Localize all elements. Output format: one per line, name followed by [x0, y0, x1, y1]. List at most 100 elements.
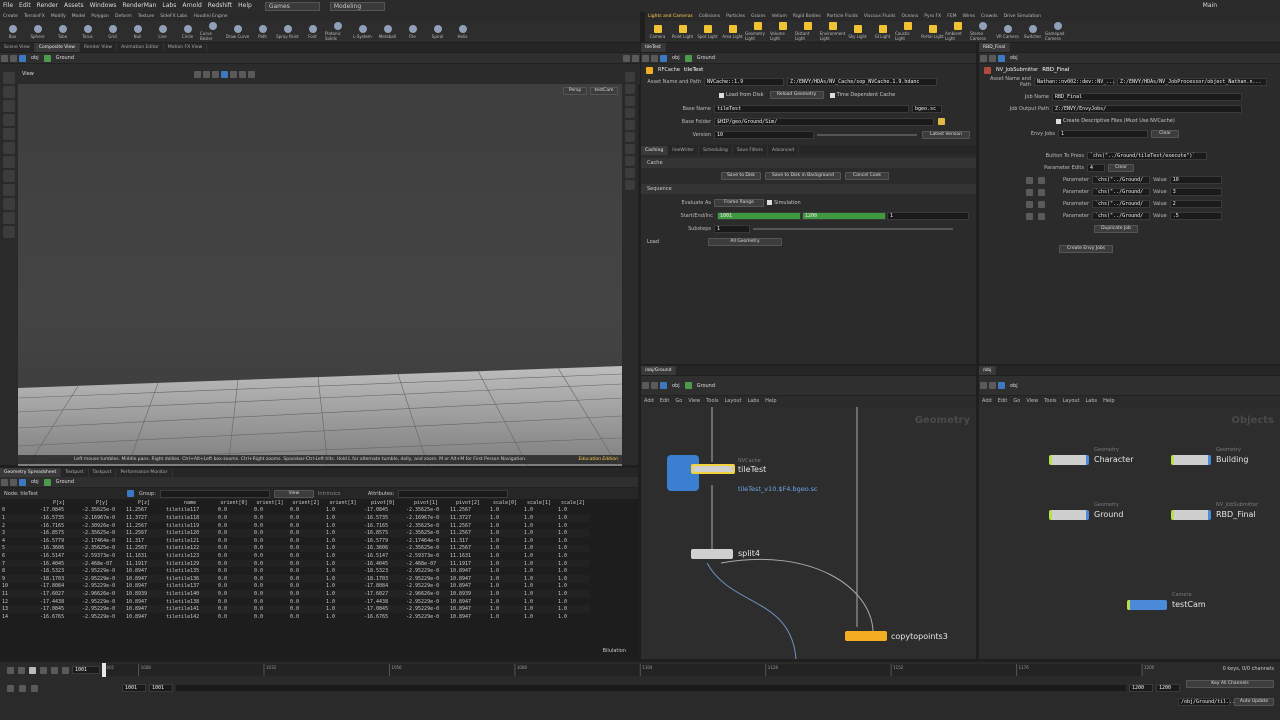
shelf-tool[interactable]: Spray Paint [275, 21, 300, 42]
menu-renderman[interactable]: RenderMan [119, 0, 159, 12]
end-field[interactable]: 1200 [802, 211, 886, 220]
shelf-tool[interactable]: Caustic Light [895, 21, 920, 42]
shelf-tool[interactable]: Environment Light [820, 21, 845, 42]
shelf-tab[interactable]: Houdini Engine [191, 12, 231, 21]
start-field[interactable]: 1001 [717, 211, 801, 220]
path-obj[interactable]: obj [27, 55, 43, 61]
shelf-tool[interactable]: Platonic Solids [325, 21, 350, 42]
insert-icon[interactable] [1038, 212, 1045, 220]
menu-view[interactable]: View [1023, 397, 1041, 406]
shelf-tool[interactable]: Gamepad Camera [1045, 21, 1070, 42]
pose-tool-icon[interactable] [3, 142, 15, 154]
current-frame-field[interactable]: 1001 [72, 666, 100, 674]
shelf-tab[interactable]: Create [0, 12, 21, 21]
points-icon[interactable] [127, 490, 134, 497]
table-row[interactable]: 11 -17.6027 -2.96626e-0 10.8939 tiletile140 0… [0, 590, 590, 598]
back-icon[interactable] [980, 382, 987, 389]
end-frame-field[interactable]: 1200 [1129, 684, 1153, 692]
menu-windows[interactable]: Windows [87, 0, 120, 12]
remove-icon[interactable] [1026, 176, 1033, 184]
back-icon[interactable] [642, 382, 649, 389]
base-folder-field[interactable]: $HIP/geo/Ground/Sim/ [714, 117, 934, 126]
view-tool-icon[interactable] [247, 70, 255, 78]
move-tool-icon[interactable] [3, 86, 15, 98]
tab-scheduling[interactable]: Scheduling [699, 145, 733, 155]
column-header[interactable]: pivot[0] [362, 499, 404, 507]
envy-jobs-field[interactable]: 1 [1058, 130, 1148, 138]
substeps-slider[interactable] [753, 227, 953, 230]
shelf-tab[interactable]: Model [69, 12, 89, 21]
shelf-tool[interactable]: L-System [350, 21, 375, 42]
insert-icon[interactable] [1038, 188, 1045, 196]
path-obj[interactable]: obj [1006, 383, 1022, 389]
column-header[interactable]: scale[2] [556, 499, 590, 507]
shelf-tool[interactable]: Area Light [720, 21, 745, 42]
shelf-tool[interactable]: Volume Light [770, 21, 795, 42]
table-row[interactable]: 1 -16.5735 -2.16967e-0 11.3727 tiletile118 0.… [0, 514, 590, 522]
shelf-tool[interactable]: Torus [75, 21, 100, 42]
remove-icon[interactable] [1026, 212, 1033, 220]
back-icon[interactable] [1, 478, 8, 486]
shelf-tab[interactable]: Lights and Cameras [645, 12, 696, 21]
table-row[interactable]: 7 -16.4045 -2.468e-07 11.1917 tiletile129 0.0… [0, 559, 590, 568]
tab-textport[interactable]: Textport [61, 468, 89, 477]
simulation-toggle[interactable]: Simulation [767, 200, 801, 206]
tab-obj[interactable]: /obj [979, 366, 997, 375]
shelf-tab[interactable]: Deform [112, 12, 135, 21]
parameter-field[interactable]: `chs("../Ground/ [1092, 176, 1150, 184]
menu-labs[interactable]: Labs [745, 397, 763, 406]
start2-frame-field[interactable]: 1001 [149, 684, 173, 692]
menu-help[interactable]: Help [235, 0, 255, 12]
timeline-ruler[interactable]: 1001 1008 1032 1056 1080 1104 1128 1152 1176 1200 [102, 662, 1162, 678]
tab-geometry-spreadsheet[interactable]: Geometry Spreadsheet [0, 468, 62, 477]
magnet-tool-icon[interactable] [3, 198, 15, 210]
view-tool-icon[interactable] [3, 156, 15, 168]
shelf-tab[interactable]: Crowds [978, 12, 1001, 21]
shelf-tab[interactable]: TerrainFX [21, 12, 48, 21]
shelf-tool[interactable]: Tube [50, 21, 75, 42]
tab-motion-fx[interactable]: Motion FX View [164, 43, 208, 52]
view-tool-icon[interactable] [229, 70, 237, 78]
menu-tools[interactable]: Tools [1041, 397, 1059, 406]
latest-version-button[interactable]: Latest Version [922, 130, 970, 139]
tab-tiletest[interactable]: tileTest [641, 43, 666, 52]
remove-icon[interactable] [1026, 200, 1033, 208]
shelf-tab[interactable]: Pyro FX [921, 12, 944, 21]
menu-add[interactable]: Add [979, 397, 995, 406]
shelf-tool[interactable]: Circle [175, 21, 200, 42]
back-icon[interactable] [980, 54, 987, 62]
load-from-disk-toggle[interactable]: Load from Disk [719, 92, 764, 98]
path-obj[interactable]: obj [1006, 55, 1022, 61]
job-name-field[interactable]: RBD_Final [1052, 93, 1242, 101]
inc-field[interactable]: 1 [887, 211, 969, 220]
tab-linewriter[interactable]: lineWriter [668, 145, 700, 155]
view-tool-icon[interactable] [211, 70, 219, 78]
shelf-tab[interactable]: Particles [723, 12, 748, 21]
remove-icon[interactable] [1026, 188, 1033, 196]
play-icon[interactable] [40, 666, 47, 674]
button-to-press-field[interactable]: `chs("../Ground/tileTest/execute")` [1087, 152, 1207, 160]
shelf-tool[interactable]: Sky Light [845, 21, 870, 42]
column-header[interactable]: P[x] [38, 499, 80, 507]
shelf-tool[interactable]: Spiral [425, 21, 450, 42]
column-header[interactable]: name [164, 499, 216, 507]
column-header[interactable] [0, 499, 38, 507]
column-header[interactable]: P[z] [124, 499, 164, 507]
forward-icon[interactable] [651, 54, 658, 62]
key-all-channels-button[interactable]: Key All Channels [1186, 680, 1274, 688]
shelf-tool[interactable]: GI Light [870, 21, 895, 42]
output-path-field[interactable]: Z:/ENVY/EnvyJobs/ [1052, 105, 1242, 113]
end2-frame-field[interactable]: 1200 [1156, 684, 1180, 692]
path-ground[interactable]: Ground [52, 479, 78, 485]
step-back-icon[interactable] [18, 666, 25, 674]
options-icon[interactable] [31, 684, 38, 692]
display-option-icon[interactable] [625, 180, 635, 190]
menu-tools[interactable]: Tools [703, 397, 721, 406]
shelf-tab[interactable]: FEM [944, 12, 959, 21]
version-field[interactable]: 10 [714, 130, 814, 139]
clear-jobs-button[interactable]: Clear [1151, 130, 1179, 138]
view-tool-icon[interactable] [202, 70, 210, 78]
shelf-tab[interactable]: Wires [960, 12, 978, 21]
shelf-tab[interactable]: Viscous Fluids [861, 12, 899, 21]
desktop-select[interactable]: Games [264, 1, 320, 11]
